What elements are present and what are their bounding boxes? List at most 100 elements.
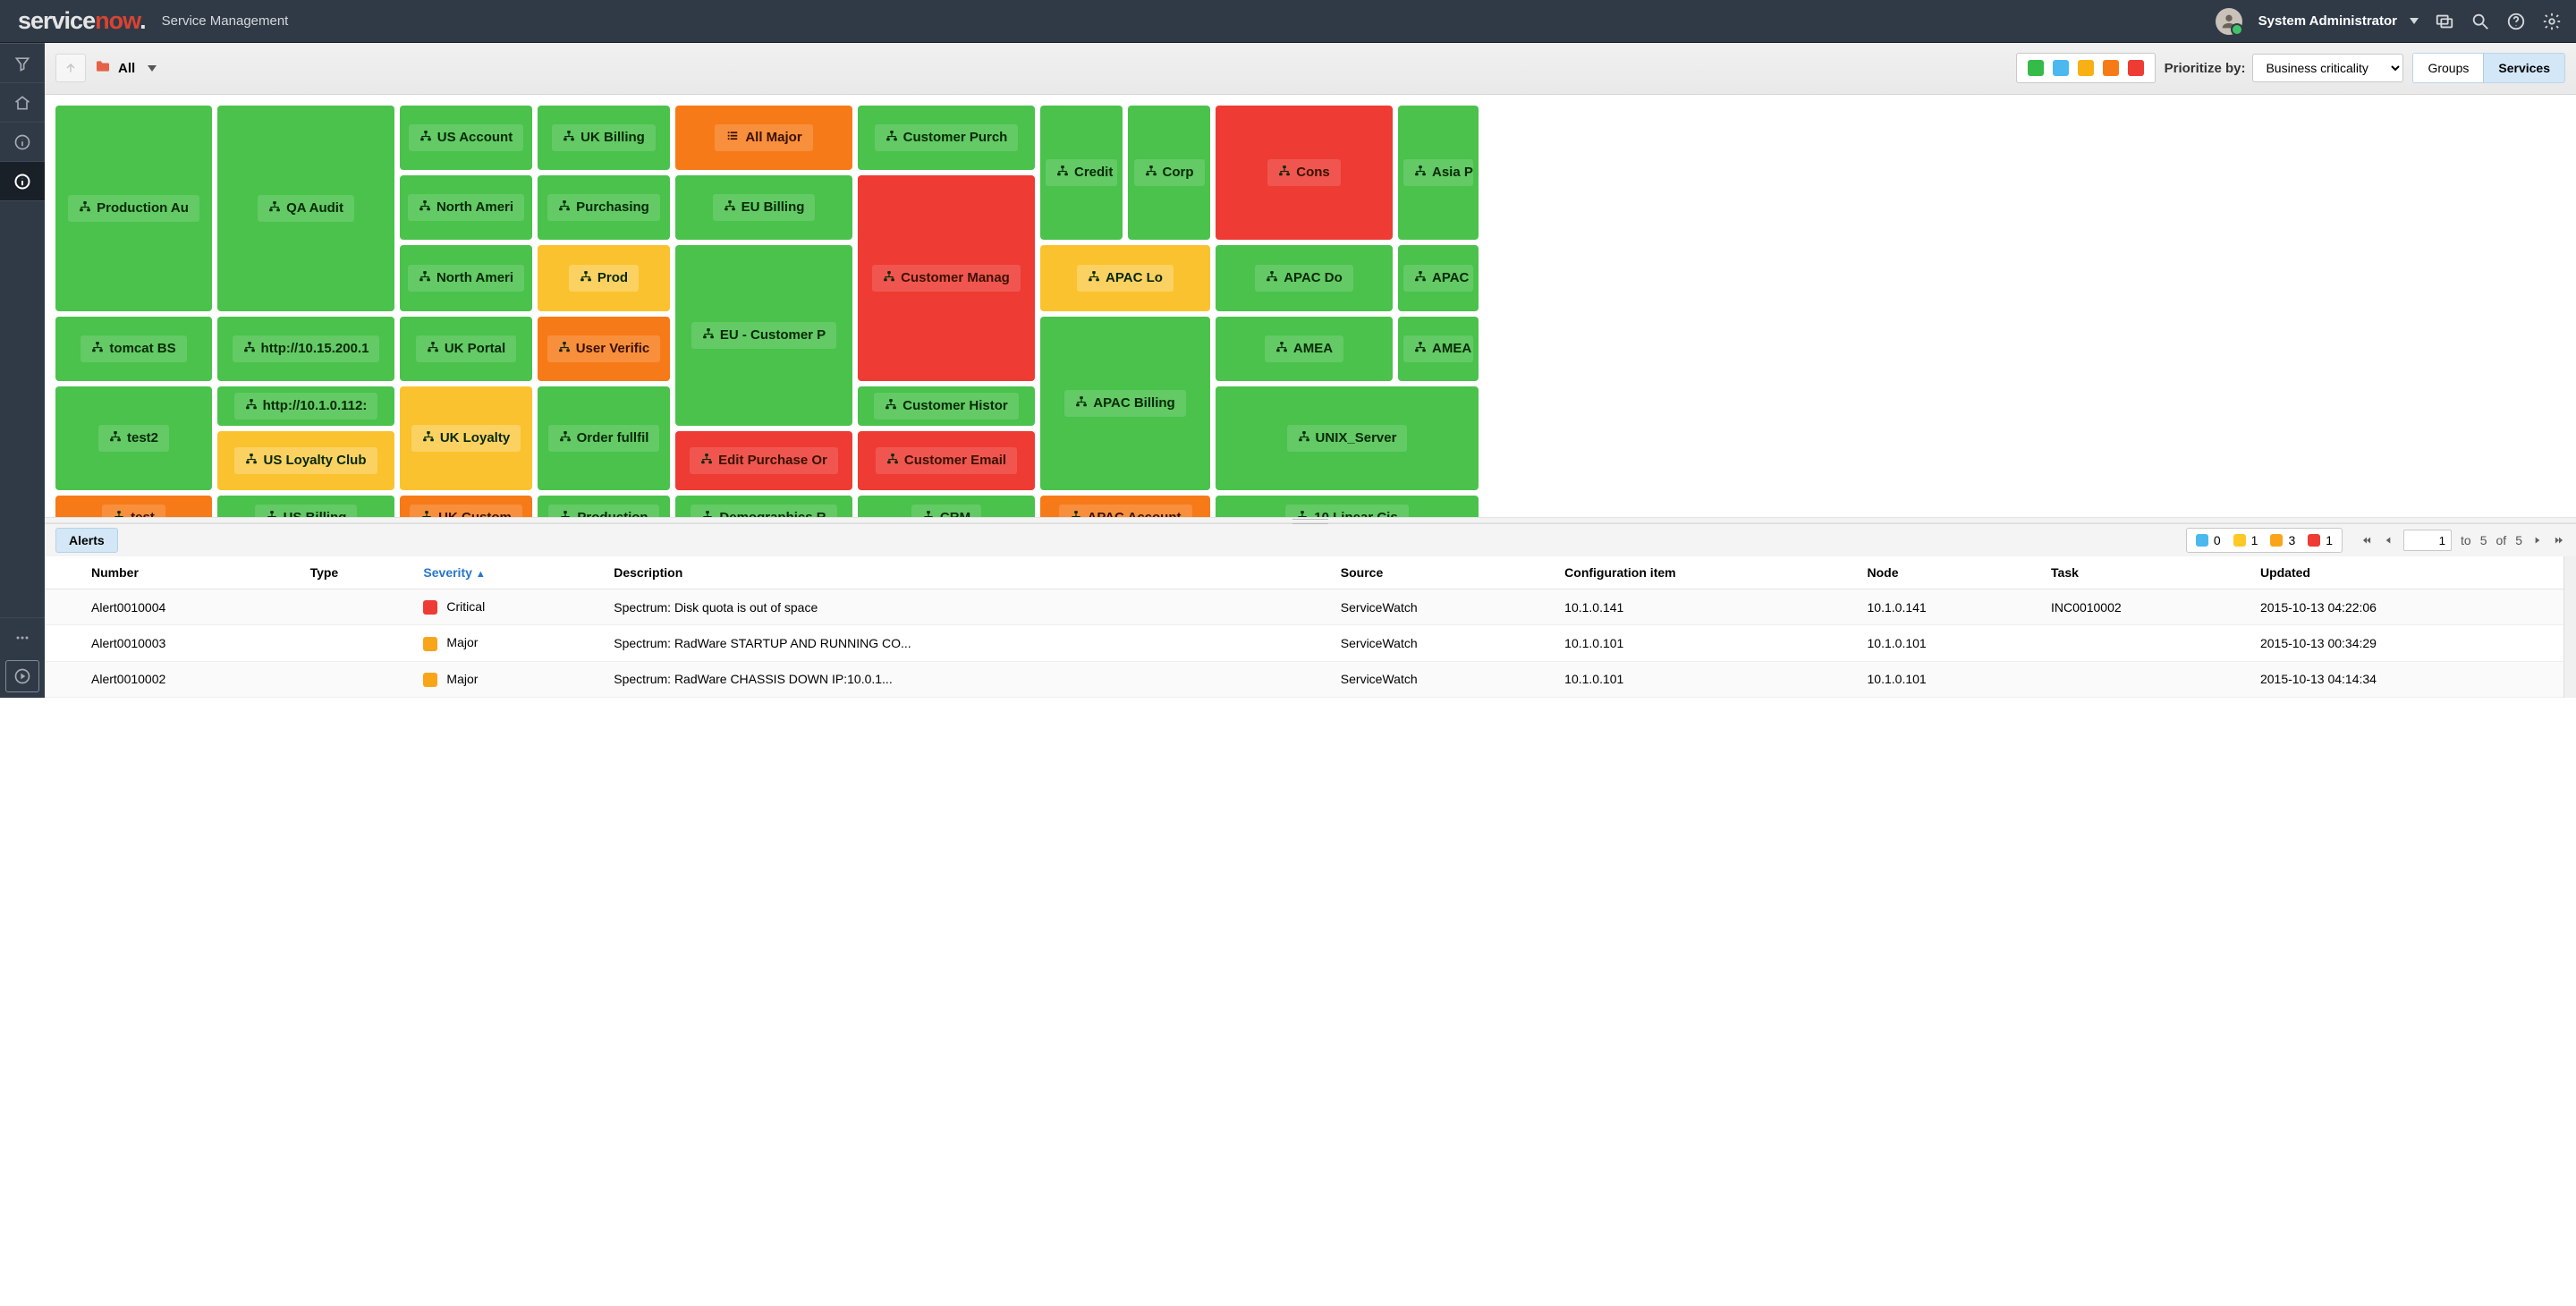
treemap-tile-qaaudit[interactable]: QA Audit (217, 106, 394, 311)
table-row[interactable]: Alert0010003 Major Spectrum: RadWare STA… (45, 625, 2563, 661)
treemap-tile-prodau[interactable]: Production Au (55, 106, 212, 311)
treemap-tile-label: Credit (1074, 165, 1113, 180)
treemap-tile-apacdo[interactable]: APAC Do (1216, 245, 1393, 311)
treemap-tile-corp[interactable]: Corp (1128, 106, 1210, 240)
treemap-tile-tomcatbs[interactable]: tomcat BS (55, 317, 212, 381)
treemap-tile-ukbilling[interactable]: UK Billing (538, 106, 670, 170)
treemap-tile-amea2[interactable]: AMEA (1398, 317, 1479, 381)
treemap-tile-test[interactable]: test (55, 496, 212, 517)
page-last-icon[interactable] (2553, 534, 2565, 547)
col-node[interactable]: Node (1857, 556, 2041, 589)
conversations-icon[interactable] (2435, 12, 2454, 31)
treemap-tile-label: QA Audit (286, 200, 343, 216)
treemap-tile-northam2[interactable]: North Ameri (400, 245, 532, 311)
prioritize-select[interactable]: Business criticality (2252, 54, 2403, 82)
treemap-tile-editpurch[interactable]: Edit Purchase Or (675, 431, 852, 490)
left-rail (0, 43, 45, 698)
treemap-tile-usaccount[interactable]: US Account (400, 106, 532, 170)
legend-red (2128, 60, 2144, 76)
treemap-tile-linearcis[interactable]: 10 Linear Cis (1216, 496, 1479, 517)
treemap-tile-eubilling[interactable]: EU Billing (675, 175, 852, 240)
sitemap-icon (558, 341, 571, 357)
treemap-tile-label: Asia P (1432, 165, 1473, 180)
treemap-tile-orderfulfil[interactable]: Order fullfil (538, 386, 670, 490)
treemap-tile-apacbilling[interactable]: APAC Billing (1040, 317, 1210, 490)
col-updated[interactable]: Updated (2250, 556, 2563, 589)
user-menu[interactable]: System Administrator (2258, 13, 2419, 29)
treemap-tile-unixserver[interactable]: UNIX_Server (1216, 386, 1479, 490)
treemap-tile-amea1[interactable]: AMEA (1216, 317, 1393, 381)
search-icon[interactable] (2470, 12, 2490, 31)
alert-node: 10.1.0.101 (1857, 625, 2041, 661)
treemap-tile-ip112[interactable]: http://10.1.0.112: (217, 386, 394, 426)
alerts-tab[interactable]: Alerts (55, 528, 118, 553)
sitemap-icon (886, 130, 898, 146)
treemap-tile-cons[interactable]: Cons (1216, 106, 1393, 240)
info-icon[interactable] (0, 162, 45, 201)
page-next-icon[interactable] (2531, 534, 2544, 547)
gear-icon[interactable] (2542, 12, 2562, 31)
folder-icon (95, 59, 111, 77)
sitemap-icon (266, 510, 278, 517)
home-icon[interactable] (0, 83, 45, 123)
splitter-handle[interactable] (45, 517, 2576, 524)
treemap-tile-demographics[interactable]: Demographics R (675, 496, 852, 517)
col-type[interactable]: Type (300, 556, 413, 589)
breadcrumb-all[interactable]: All (95, 59, 157, 77)
treemap-tile-label: Purchasing (576, 199, 649, 215)
page-first-icon[interactable] (2360, 534, 2373, 547)
avatar[interactable] (2216, 8, 2242, 35)
treemap-tile-custpurch[interactable]: Customer Purch (858, 106, 1035, 170)
alerts-scrollbar[interactable] (2563, 556, 2576, 698)
treemap-tile-userverif[interactable]: User Verific (538, 317, 670, 381)
table-row[interactable]: Alert0010004 Critical Spectrum: Disk quo… (45, 589, 2563, 625)
treemap-tile-custemail[interactable]: Customer Email (858, 431, 1035, 490)
treemap-tile-ip15[interactable]: http://10.15.200.1 (217, 317, 394, 381)
treemap-tile-northam1[interactable]: North Ameri (400, 175, 532, 240)
col-description[interactable]: Description (603, 556, 1330, 589)
treemap-tile-crm[interactable]: CRM (858, 496, 1035, 517)
treemap-tile-ukportal[interactable]: UK Portal (400, 317, 532, 381)
sitemap-icon (420, 510, 433, 517)
treemap-tile-ukloyalty[interactable]: UK Loyalty (400, 386, 532, 490)
more-icon[interactable] (0, 617, 45, 657)
treemap-tile-allmajor[interactable]: All Major (675, 106, 852, 170)
treemap-tile-usbilling[interactable]: US Billing (217, 496, 394, 517)
col-source[interactable]: Source (1330, 556, 1554, 589)
view-services-button[interactable]: Services (2483, 54, 2564, 82)
treemap-tile-prod[interactable]: Prod (538, 245, 670, 311)
treemap-tile-apaccu[interactable]: APAC Cu (1398, 245, 1479, 311)
user-area: System Administrator (2216, 8, 2562, 35)
treemap-tile-ukcustom[interactable]: UK Custom (400, 496, 532, 517)
treemap-tile-eucustp[interactable]: EU - Customer P (675, 245, 852, 426)
alert-updated: 2015-10-13 00:34:29 (2250, 625, 2563, 661)
sitemap-icon (419, 130, 432, 146)
treemap-tile-custmanag[interactable]: Customer Manag (858, 175, 1035, 381)
sitemap-icon (724, 199, 736, 216)
treemap-tile-credit[interactable]: Credit (1040, 106, 1123, 240)
treemap-tile-label: Prod (597, 270, 628, 285)
help-icon[interactable] (2506, 12, 2526, 31)
treemap-tile-purchasing[interactable]: Purchasing (538, 175, 670, 240)
treemap-tile-label: EU Billing (741, 199, 805, 215)
col-ci[interactable]: Configuration item (1554, 556, 1856, 589)
view-groups-button[interactable]: Groups (2413, 54, 2483, 82)
table-row[interactable]: Alert0010002 Major Spectrum: RadWare CHA… (45, 661, 2563, 697)
treemap-tile-label: All Major (745, 130, 801, 145)
treemap-tile-asiap[interactable]: Asia P (1398, 106, 1479, 240)
col-severity[interactable]: Severity▲ (412, 556, 603, 589)
play-icon[interactable] (5, 660, 39, 692)
treemap-tile-test2[interactable]: test2 (55, 386, 212, 490)
col-task[interactable]: Task (2040, 556, 2250, 589)
treemap-tile-productiontile[interactable]: Production (538, 496, 670, 517)
treemap-tile-usloyalty[interactable]: US Loyalty Club (217, 431, 394, 490)
page-current-input[interactable] (2403, 530, 2452, 551)
page-prev-icon[interactable] (2382, 534, 2394, 547)
info-outline-icon[interactable] (0, 123, 45, 162)
col-number[interactable]: Number (80, 556, 300, 589)
sitemap-icon (559, 510, 572, 517)
treemap-tile-apaclo[interactable]: APAC Lo (1040, 245, 1210, 311)
treemap-tile-custhistor[interactable]: Customer Histor (858, 386, 1035, 426)
treemap-tile-apacaccount[interactable]: APAC Account (1040, 496, 1210, 517)
filter-icon[interactable] (0, 44, 45, 83)
